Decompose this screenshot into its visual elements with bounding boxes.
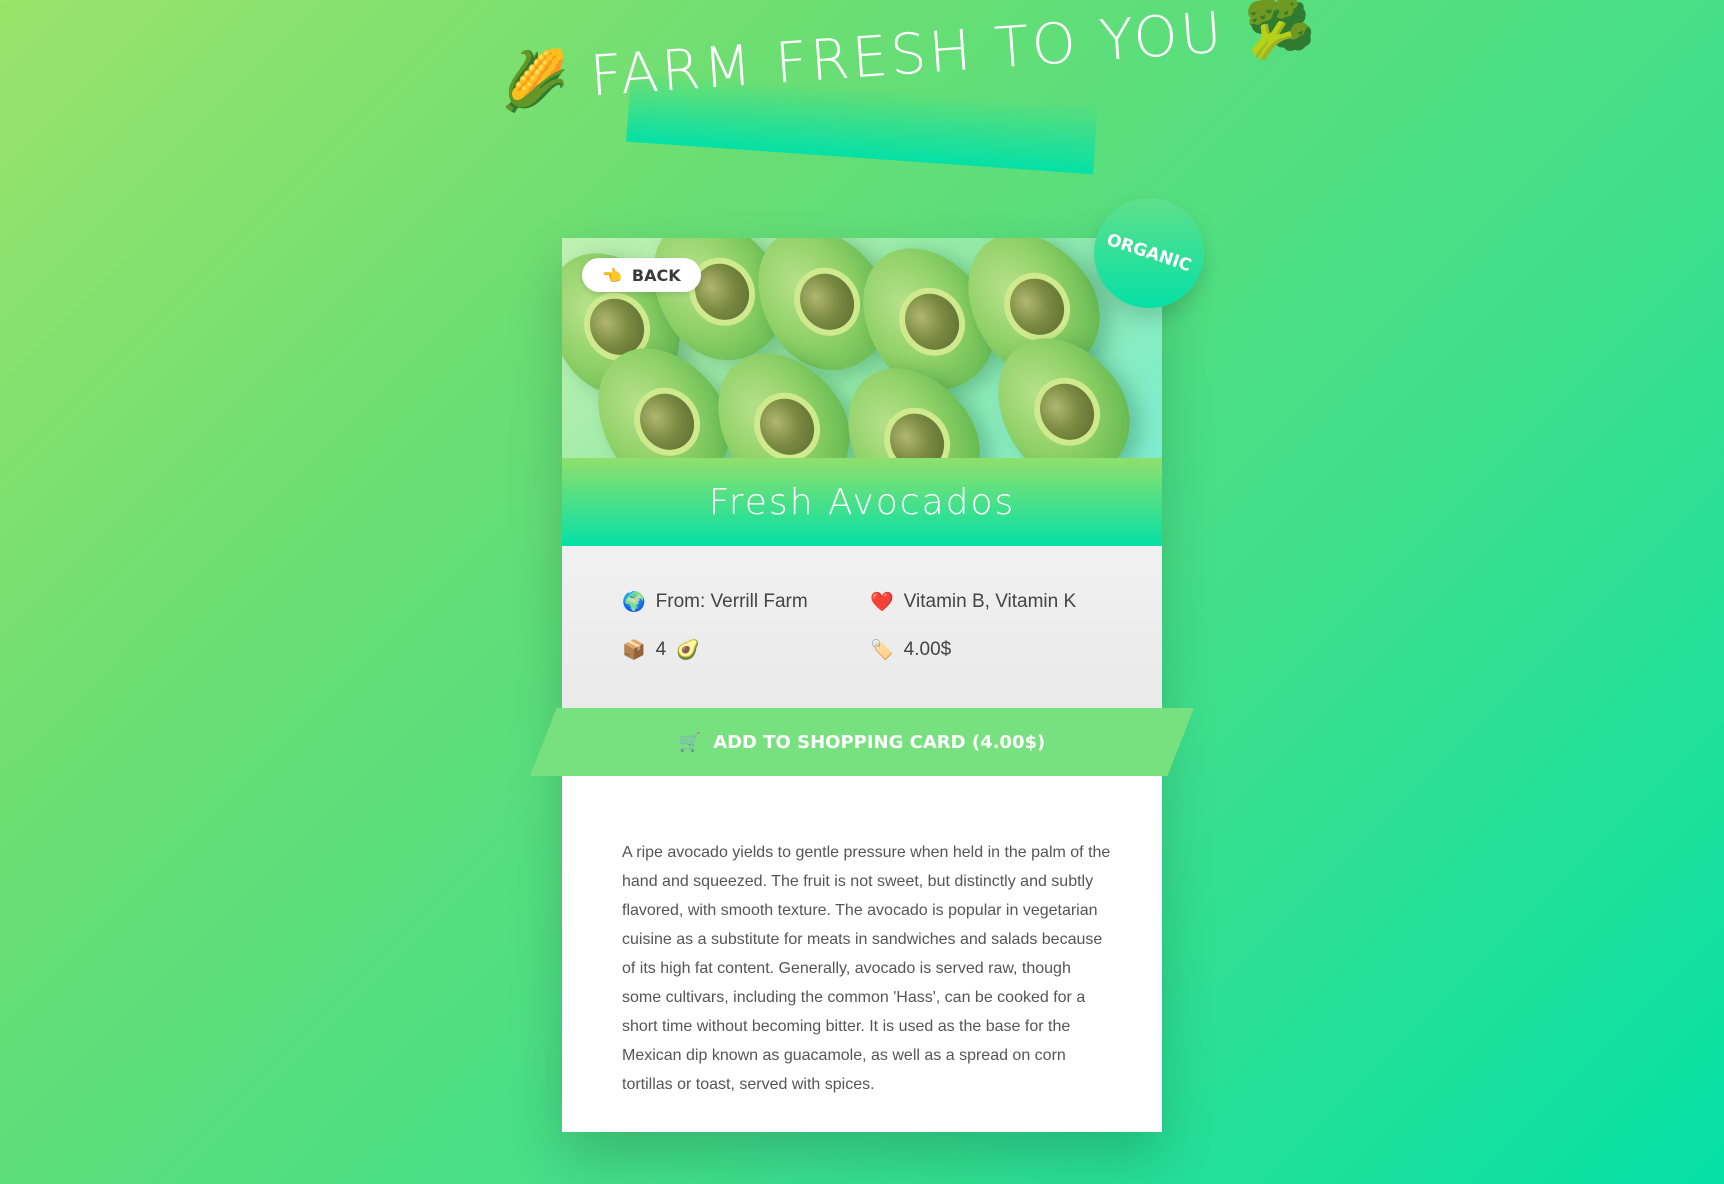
avocado-icon: 🥑 [676,639,700,661]
product-card: 👈 BACK ORGANIC Fresh Avocados 🌍 From: Ve… [562,198,1204,1132]
vitamins-text: Vitamin B, Vitamin K [903,590,1077,612]
vitamins-info: ❤️ Vitamin B, Vitamin K [870,590,1077,614]
organic-badge: ORGANIC [1094,198,1204,308]
shopping-cart-icon: 🛒 [678,731,702,753]
badge-label: ORGANIC [1104,229,1194,277]
origin-text: From: Verrill Farm [655,590,808,612]
package-icon: 📦 [622,639,646,661]
quantity-info: 📦 4 🥑 [622,638,700,662]
pointing-left-icon: 👈 [602,265,622,285]
quantity-text: 4 [655,638,667,660]
broccoli-icon: 🥦 [1242,0,1318,64]
heart-icon: ❤️ [870,591,894,613]
product-description: A ripe avocado yields to gentle pressure… [622,844,1111,1093]
back-button[interactable]: 👈 BACK [582,258,701,292]
add-to-cart-button[interactable]: 🛒 ADD TO SHOPPING CARD (4.00$) [530,708,1194,776]
price-text: 4.00$ [903,638,952,660]
product-title-band: Fresh Avocados [562,458,1162,546]
product-title: Fresh Avocados [708,481,1016,523]
corn-icon: 🌽 [497,46,572,116]
globe-icon: 🌍 [622,591,646,613]
price-info: 🏷️ 4.00$ [870,638,952,662]
back-label: BACK [631,265,681,285]
origin-info: 🌍 From: Verrill Farm [622,590,808,614]
headline-area: 🌽 FARM FRESH TO YOU 🥦 [497,0,1317,175]
product-hero-image: 👈 BACK [562,238,1162,458]
add-to-cart-label: ADD TO SHOPPING CARD (4.00$) [713,731,1046,753]
product-info-panel: 🌍 From: Verrill Farm ❤️ Vitamin B, Vitam… [562,546,1162,714]
price-tag-icon: 🏷️ [870,639,894,661]
